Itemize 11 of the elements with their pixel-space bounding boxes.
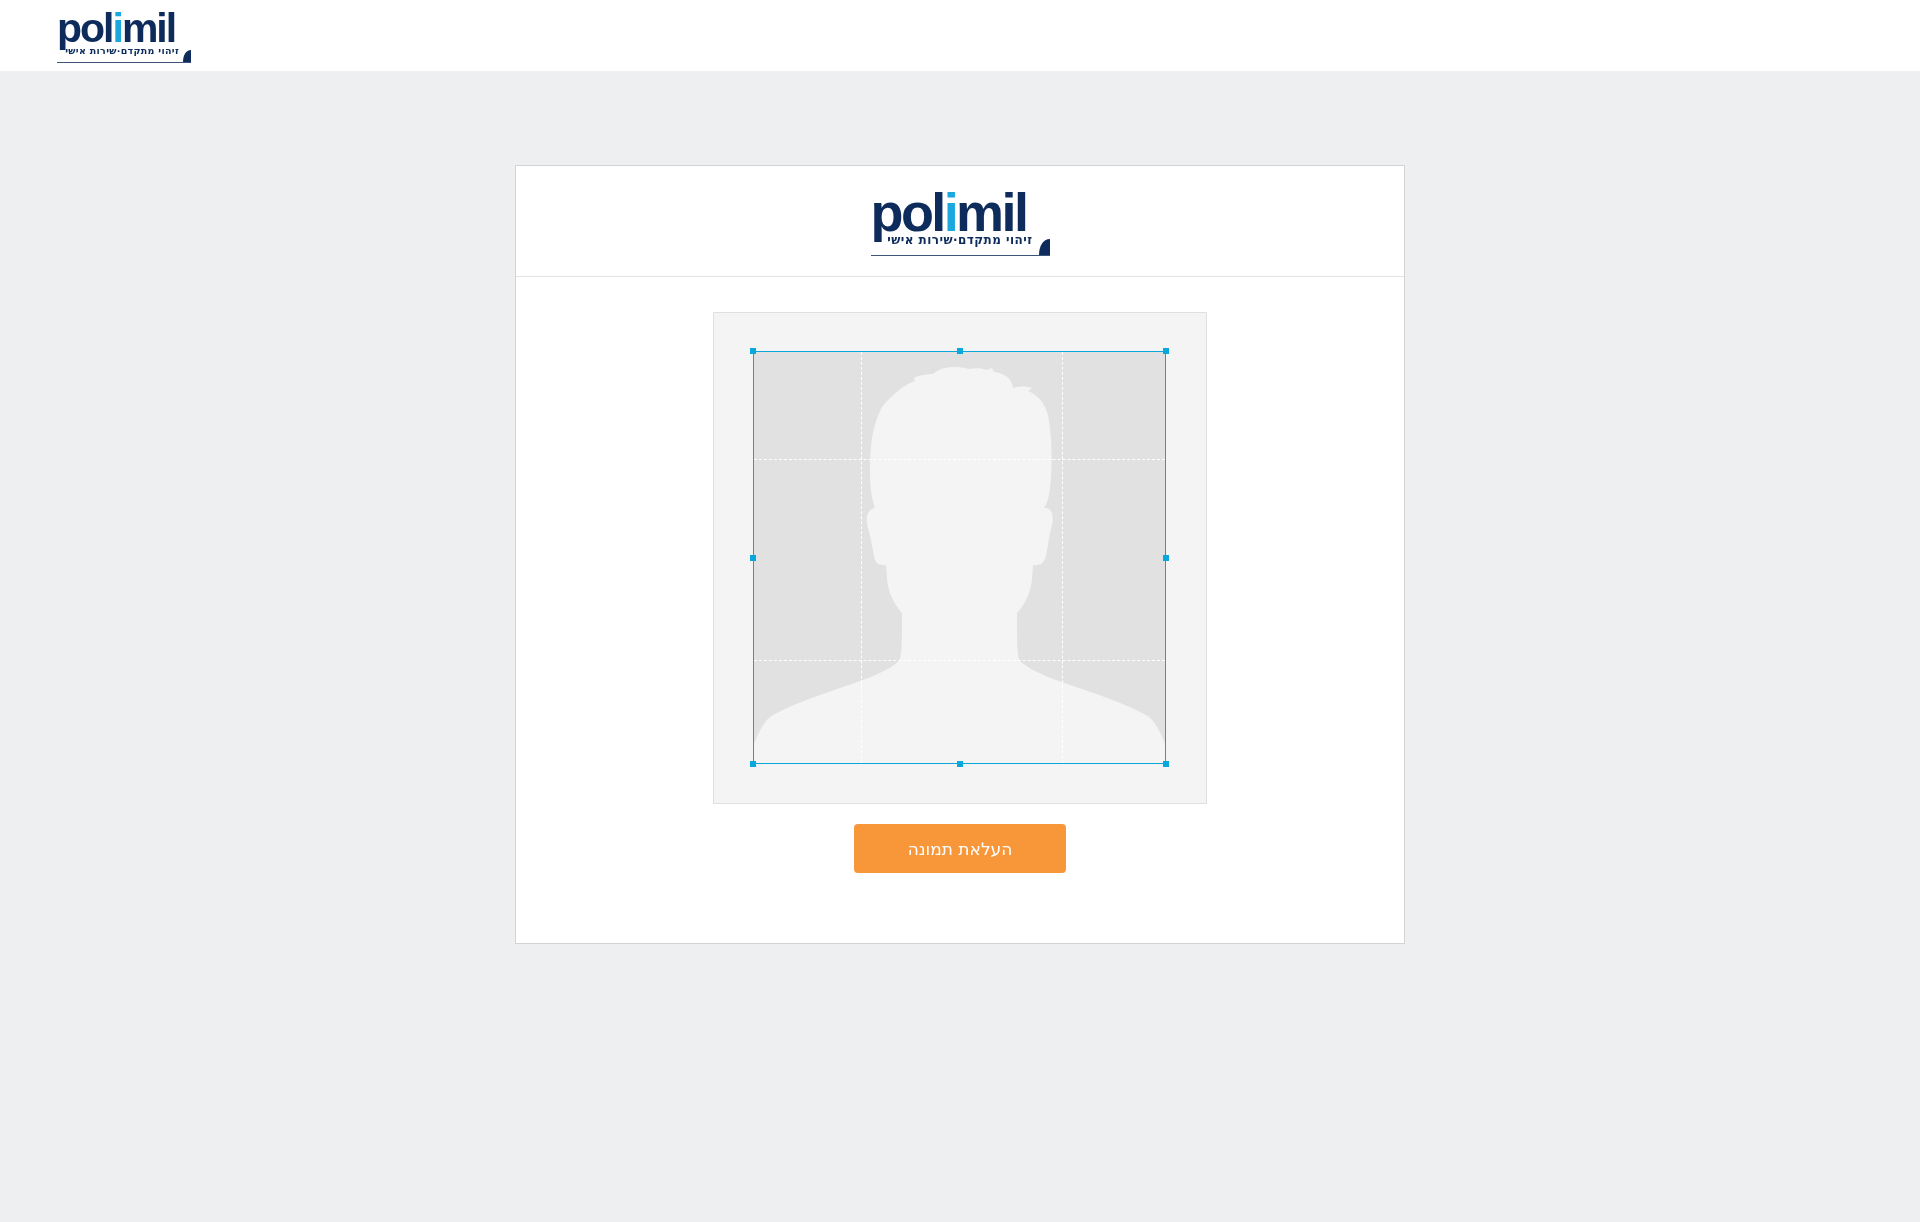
- resize-handle[interactable]: [956, 761, 963, 767]
- resize-handle[interactable]: [750, 554, 756, 561]
- resize-handle[interactable]: [750, 761, 756, 767]
- resize-handle[interactable]: [1163, 761, 1169, 767]
- resize-handle[interactable]: [750, 348, 756, 354]
- resize-handle[interactable]: [1163, 554, 1169, 561]
- resize-handle[interactable]: [956, 348, 963, 354]
- upload-photo-button[interactable]: העלאת תמונה: [854, 824, 1066, 873]
- logo-corner-icon: [1038, 239, 1050, 255]
- logo-corner-icon: [183, 50, 191, 62]
- resize-handle[interactable]: [1163, 348, 1169, 354]
